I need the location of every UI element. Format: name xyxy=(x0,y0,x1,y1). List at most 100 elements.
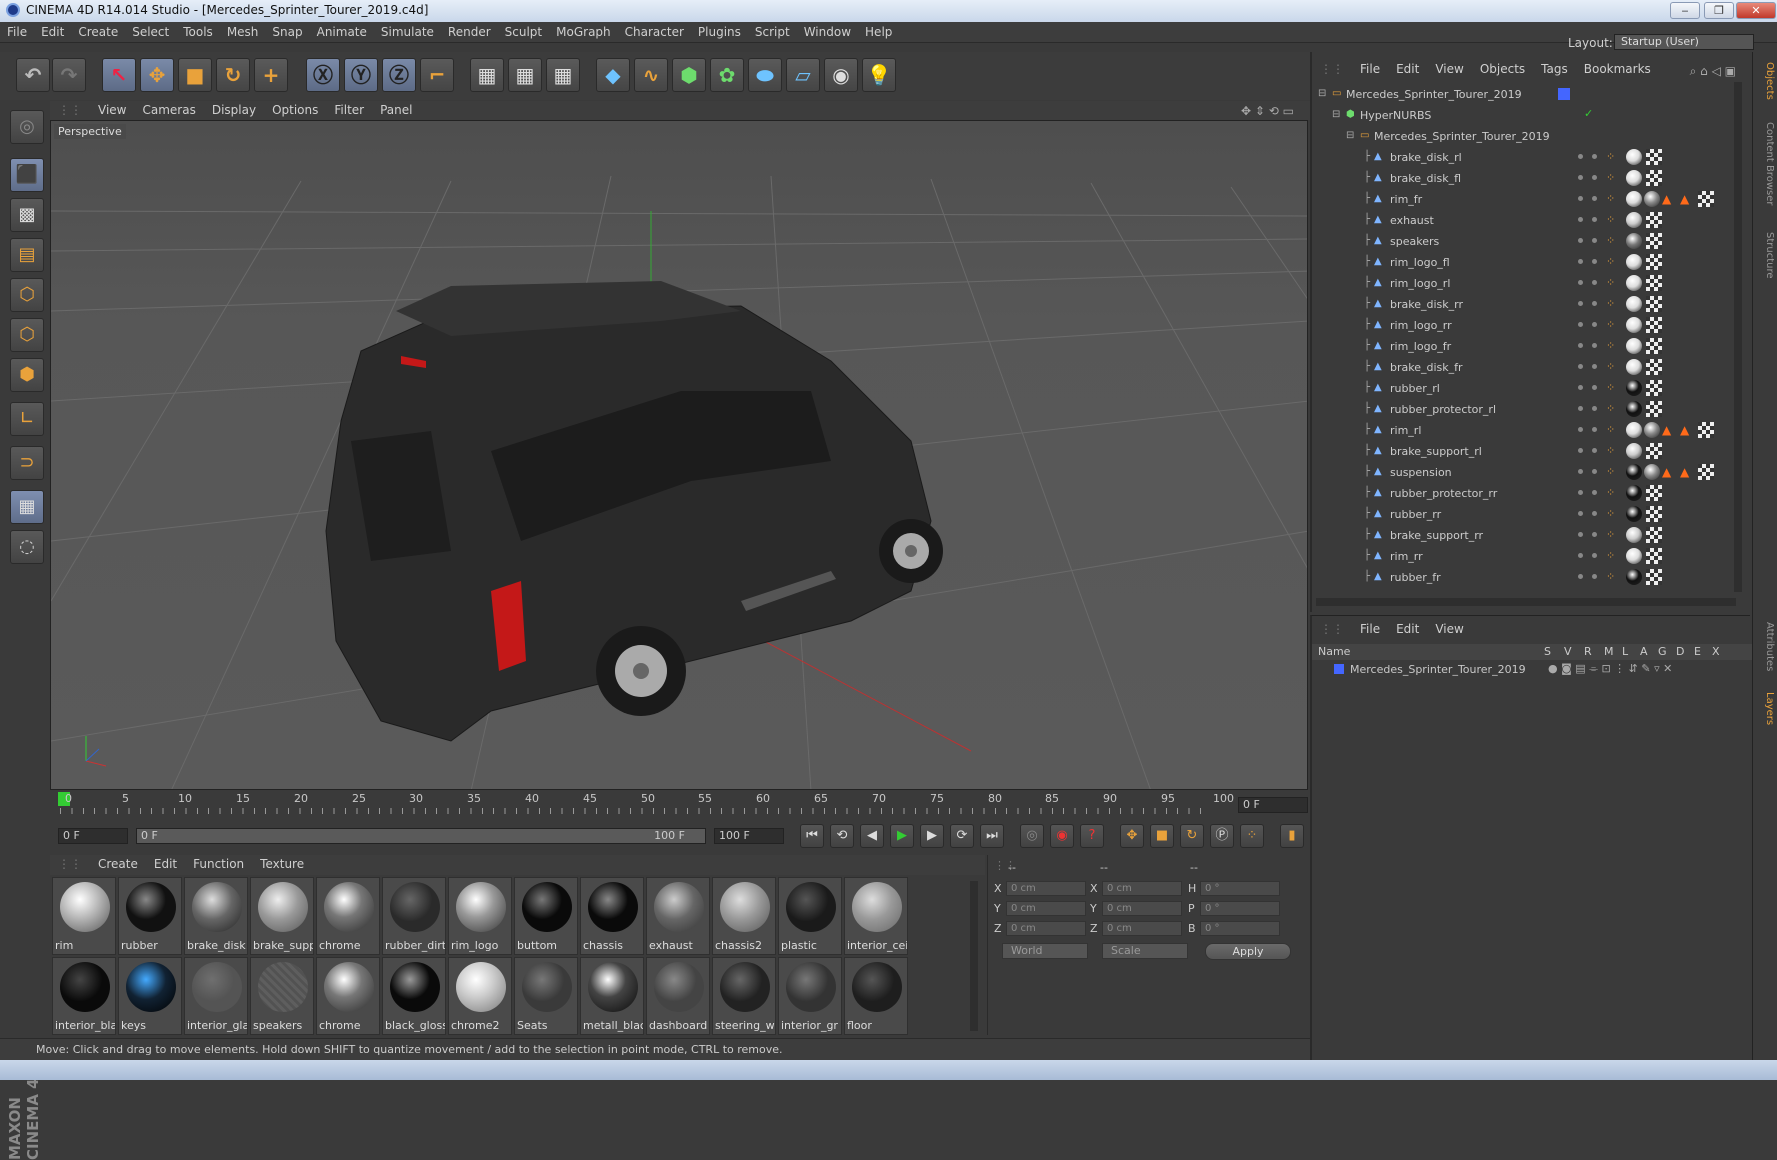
object-row[interactable]: ├ ▲ brake_disk_rr ⁘ xyxy=(1312,294,1742,315)
editor-visibility-dot[interactable] xyxy=(1578,259,1583,264)
object-row[interactable]: ├ ▲ rim_logo_rr ⁘ xyxy=(1312,315,1742,336)
editor-visibility-dot[interactable] xyxy=(1578,448,1583,453)
object-search-icons[interactable]: ⌕ ⌂ ◁ ▣ xyxy=(1682,62,1744,81)
phong-tag-icon[interactable]: ⁘ xyxy=(1606,381,1615,394)
render-picture-viewer-icon[interactable]: ▦ xyxy=(508,58,542,92)
uvw-tag-icon[interactable] xyxy=(1646,170,1662,186)
uvw-tag-icon[interactable] xyxy=(1646,401,1662,417)
editor-visibility-dot[interactable] xyxy=(1578,217,1583,222)
menu-help[interactable]: Help xyxy=(858,22,899,42)
material-tag-icon[interactable] xyxy=(1626,191,1642,207)
object-vertical-scrollbar[interactable] xyxy=(1734,82,1742,592)
material-tag-icon[interactable] xyxy=(1626,233,1642,249)
uvw-tag-icon[interactable] xyxy=(1698,464,1714,480)
obj-menu-view[interactable]: View xyxy=(1427,60,1471,78)
soft-selection-icon[interactable]: ◌ xyxy=(10,530,44,564)
coordinate-system-icon[interactable]: ⌐ xyxy=(420,58,454,92)
obj-menu-tags[interactable]: Tags xyxy=(1533,60,1576,78)
material-metall-blac[interactable]: metall_blac xyxy=(580,957,644,1035)
object-row[interactable]: ├ ▲ rubber_rl ⁘ xyxy=(1312,378,1742,399)
end-frame-field[interactable]: 100 F xyxy=(714,828,784,844)
material-tag-icon[interactable] xyxy=(1626,317,1642,333)
uvw-tag-icon[interactable] xyxy=(1646,443,1662,459)
key-point-level-icon[interactable]: ⁘ xyxy=(1240,824,1264,848)
material-interior-gr[interactable]: interior_gr xyxy=(778,957,842,1035)
material-tag-icon[interactable] xyxy=(1626,275,1642,291)
close-button[interactable]: ✕ xyxy=(1736,2,1776,19)
render-visibility-dot[interactable] xyxy=(1592,553,1597,558)
material-tag-icon[interactable] xyxy=(1644,191,1660,207)
editor-visibility-dot[interactable] xyxy=(1578,238,1583,243)
maximize-button[interactable]: ❐ xyxy=(1704,2,1734,19)
phong-tag-icon[interactable]: ⁘ xyxy=(1606,444,1615,457)
editor-visibility-dot[interactable] xyxy=(1578,301,1583,306)
phong-tag-icon[interactable]: ⁘ xyxy=(1606,339,1615,352)
uvw-tag-icon[interactable] xyxy=(1646,233,1662,249)
phong-tag-icon[interactable]: ⁘ xyxy=(1606,213,1615,226)
uvw-tag-icon[interactable] xyxy=(1646,548,1662,564)
material-plastic[interactable]: plastic xyxy=(778,877,842,955)
material-tag-icon[interactable] xyxy=(1626,401,1642,417)
editor-visibility-dot[interactable] xyxy=(1578,469,1583,474)
uvw-tag-icon[interactable] xyxy=(1646,317,1662,333)
render-visibility-dot[interactable] xyxy=(1592,343,1597,348)
viewport-menu-panel[interactable]: Panel xyxy=(372,101,420,119)
render-visibility-dot[interactable] xyxy=(1592,322,1597,327)
next-frame-icon[interactable]: ▶ xyxy=(920,824,944,848)
size-y-field[interactable]: 0 cm xyxy=(1102,901,1182,916)
editor-visibility-dot[interactable] xyxy=(1578,574,1583,579)
render-visibility-dot[interactable] xyxy=(1592,238,1597,243)
material-chassis[interactable]: chassis xyxy=(580,877,644,955)
material-menu-function[interactable]: Function xyxy=(185,855,252,873)
3d-viewport[interactable]: Perspective xyxy=(50,120,1308,790)
move-tool-icon[interactable]: ✥ xyxy=(140,58,174,92)
menu-character[interactable]: Character xyxy=(618,22,691,42)
object-row[interactable]: ├ ▲ rubber_fr ⁘ xyxy=(1312,567,1742,588)
editor-visibility-dot[interactable] xyxy=(1578,343,1583,348)
phong-tag-icon[interactable]: ⁘ xyxy=(1606,402,1615,415)
object-row[interactable]: ├ ▲ brake_support_rr ⁘ xyxy=(1312,525,1742,546)
size-x-field[interactable]: 0 cm xyxy=(1102,881,1182,896)
menu-script[interactable]: Script xyxy=(748,22,797,42)
uvw-tag-icon[interactable] xyxy=(1646,275,1662,291)
editor-visibility-dot[interactable] xyxy=(1578,154,1583,159)
render-visibility-dot[interactable] xyxy=(1592,406,1597,411)
object-row[interactable]: ├ ▲ rubber_protector_rr ⁘ xyxy=(1312,483,1742,504)
object-row[interactable]: ├ ▲ rubber_rr ⁘ xyxy=(1312,504,1742,525)
render-visibility-dot[interactable] xyxy=(1592,259,1597,264)
material-brake-disk[interactable]: brake_disk xyxy=(184,877,248,955)
model-mode-icon[interactable]: ⬛ xyxy=(10,158,44,192)
material-menu-edit[interactable]: Edit xyxy=(146,855,185,873)
menu-select[interactable]: Select xyxy=(125,22,176,42)
material-tag-icon[interactable] xyxy=(1626,170,1642,186)
viewport-menu-options[interactable]: Options xyxy=(264,101,326,119)
render-view-icon[interactable]: ▦ xyxy=(470,58,504,92)
editor-visibility-dot[interactable] xyxy=(1578,280,1583,285)
material-chrome-2[interactable]: chrome xyxy=(316,957,380,1035)
tab-layers[interactable]: Layers xyxy=(1755,692,1775,725)
editor-visibility-dot[interactable] xyxy=(1578,490,1583,495)
timeline-window-icon[interactable]: ▮ xyxy=(1280,824,1304,848)
object-row[interactable]: ├ ▲ rim_rr ⁘ xyxy=(1312,546,1742,567)
warning-icon[interactable]: ▲ xyxy=(1680,423,1689,437)
material-seats[interactable]: Seats xyxy=(514,957,578,1035)
warning-icon[interactable]: ▲ xyxy=(1662,192,1671,206)
phong-tag-icon[interactable]: ⁘ xyxy=(1606,234,1615,247)
magnet-snap-icon[interactable]: ⊃ xyxy=(10,446,44,480)
viewport-menu-filter[interactable]: Filter xyxy=(326,101,372,119)
material-tag-icon[interactable] xyxy=(1626,569,1642,585)
object-row[interactable]: ├ ▲ brake_disk_fr ⁘ xyxy=(1312,357,1742,378)
material-menu-texture[interactable]: Texture xyxy=(252,855,312,873)
scale-tool-icon[interactable]: ■ xyxy=(178,58,212,92)
previous-frame-icon[interactable]: ◀ xyxy=(860,824,884,848)
menu-file[interactable]: File xyxy=(0,22,34,42)
menu-plugins[interactable]: Plugins xyxy=(691,22,748,42)
material-tag-icon[interactable] xyxy=(1626,149,1642,165)
material-rim-logo[interactable]: rim_logo xyxy=(448,877,512,955)
material-tag-icon[interactable] xyxy=(1626,212,1642,228)
phong-tag-icon[interactable]: ⁘ xyxy=(1606,465,1615,478)
uvw-tag-icon[interactable] xyxy=(1646,254,1662,270)
editor-visibility-dot[interactable] xyxy=(1578,553,1583,558)
layout-select[interactable]: Startup (User) xyxy=(1614,34,1754,50)
menu-animate[interactable]: Animate xyxy=(310,22,374,42)
